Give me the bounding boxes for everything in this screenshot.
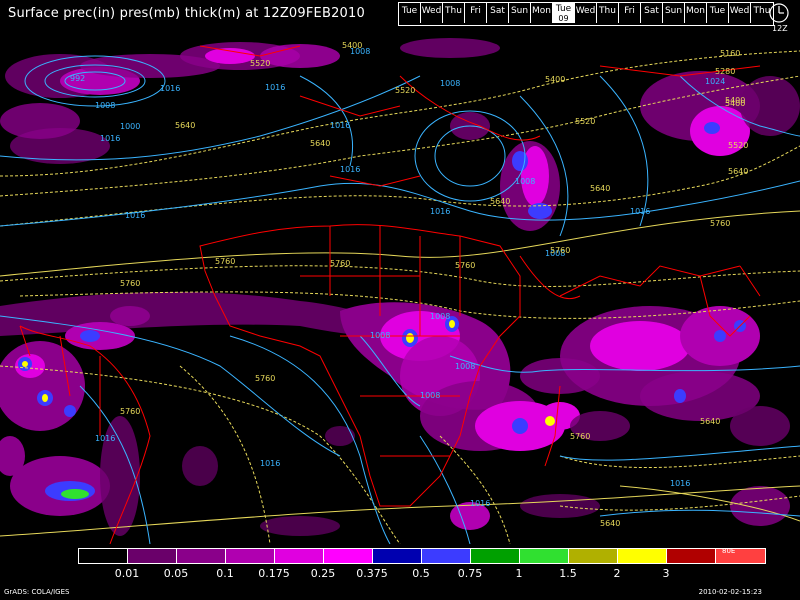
colorbar-swatch-6 (373, 549, 422, 563)
day-5[interactable]: Sun (509, 3, 531, 23)
pressure-label: 1016 (670, 479, 690, 488)
day-7[interactable]: Tue 09 (553, 3, 575, 23)
day-4[interactable]: Sat (487, 3, 509, 23)
colorbar-label-7: 0.75 (457, 567, 483, 580)
colorbar-swatch-0 (79, 549, 128, 563)
footer-credit: GrADS: COLA/IGES (4, 588, 70, 596)
pressure-label: 1016 (100, 134, 120, 143)
pressure-label: 1008 (370, 331, 390, 340)
colorbar-swatch-8 (471, 549, 520, 563)
day-1[interactable]: Wed (421, 3, 443, 23)
colorbar-swatch-4 (275, 549, 324, 563)
thickness-label: 5760 (330, 259, 350, 268)
pressure-label: 1008 (515, 177, 535, 186)
pressure-label: 1008 (420, 391, 440, 400)
thickness-label: 5760 (570, 432, 590, 441)
colorbar-label-9: 1.5 (559, 567, 577, 580)
colorbar-swatch-2 (177, 549, 226, 563)
thickness-label: 5760 (215, 257, 235, 266)
thickness-label: 5640 (175, 121, 195, 130)
day-2[interactable]: Thu (443, 3, 465, 23)
colorbar-swatch-12 (667, 549, 716, 563)
thickness-label: 5760 (710, 219, 730, 228)
pressure-label: 1016 (265, 83, 285, 92)
thickness-label: 5760 (550, 246, 570, 255)
pressure-label: 1016 (430, 207, 450, 216)
weather-map: 1008101610161016100099210081008101610161… (0, 36, 800, 544)
day-14[interactable]: Tue (707, 3, 729, 23)
footer-timestamp: 2010-02-02-15:23 (698, 588, 762, 596)
day-0[interactable]: Tue (399, 3, 421, 23)
pressure-label: 1008 (455, 362, 475, 371)
pressure-label: 1016 (160, 84, 180, 93)
pressure-label: 1016 (260, 459, 280, 468)
thickness-label: 5640 (590, 184, 610, 193)
thickness-label: 5760 (255, 374, 275, 383)
colorbar-swatch-5 (324, 549, 373, 563)
thickness-label: 5640 (600, 519, 620, 528)
thickness-label: 5400 (342, 41, 362, 50)
colorbar-swatch-11 (618, 549, 667, 563)
day-12[interactable]: Sun (663, 3, 685, 23)
day-strip[interactable]: Tue Wed Thu Fri Sat Sun Mon Tue 09 Wed Thu Fri Sat Su… (398, 2, 774, 26)
day-11[interactable]: Sat (641, 3, 663, 23)
colorbar-label-8: 1 (515, 567, 523, 580)
colorbar-label-11: 3 (662, 567, 670, 580)
day-13[interactable]: Mon (685, 3, 707, 23)
day-8[interactable]: Wed (575, 3, 597, 23)
thickness-label: 5760 (455, 261, 475, 270)
pressure-label: 1008 (95, 101, 115, 110)
thickness-label: 5760 (120, 279, 140, 288)
pressure-label: 992 (70, 74, 85, 83)
day-10[interactable]: Fri (619, 3, 641, 23)
thickness-label: 5520 (250, 59, 270, 68)
colorbar-labels: 0.01 0.05 0.1 0.175 0.25 0.375 0.5 0.75 1 1.5 2 3 (78, 567, 728, 581)
thickness-label: 5160 (720, 49, 740, 58)
pressure-label: 1016 (470, 499, 490, 508)
longitude-label: 80E (722, 547, 736, 555)
colorbar-swatch-1 (128, 549, 177, 563)
thickness-label: 5400 (725, 99, 745, 108)
day-9[interactable]: Thu (597, 3, 619, 23)
pressure-label: 1008 (440, 79, 460, 88)
colorbar-swatch-10 (569, 549, 618, 563)
colorbar-label-6: 0.5 (412, 567, 430, 580)
pressure-label: 1008 (430, 312, 450, 321)
thickness-label: 5400 (545, 75, 565, 84)
pressure-label: 1016 (330, 121, 350, 130)
pressure-label: 1016 (125, 211, 145, 220)
pressure-label: 1000 (120, 122, 140, 131)
thickness-label: 5520 (575, 117, 595, 126)
pressure-label: 1016 (340, 165, 360, 174)
colorbar-label-2: 0.1 (216, 567, 234, 580)
colorbar-swatch-3 (226, 549, 275, 563)
thickness-label: 5760 (120, 407, 140, 416)
thickness-label: 5640 (728, 167, 748, 176)
colorbar-label-1: 0.05 (163, 567, 189, 580)
precipitation-colorbar (78, 548, 766, 564)
pressure-label: 1016 (95, 434, 115, 443)
thickness-label: 5280 (715, 67, 735, 76)
thickness-label: 5640 (310, 139, 330, 148)
day-3[interactable]: Fri (465, 3, 487, 23)
colorbar-label-3: 0.175 (258, 567, 290, 580)
thickness-label: 5640 (700, 417, 720, 426)
colorbar-label-0: 0.01 (114, 567, 140, 580)
clock-label: 12Z (772, 24, 788, 33)
thickness-label: 5520 (395, 86, 415, 95)
day-15[interactable]: Wed (729, 3, 751, 23)
colorbar-label-5: 0.375 (356, 567, 388, 580)
thickness-label: 5520 (728, 141, 748, 150)
chart-title: Surface prec(in) pres(mb) thick(m) at 12… (8, 6, 365, 21)
pressure-label: 1024 (705, 77, 725, 86)
day-6[interactable]: Mon (531, 3, 553, 23)
colorbar-swatch-7 (422, 549, 471, 563)
thickness-label: 5640 (490, 197, 510, 206)
pressure-label: 1016 (630, 207, 650, 216)
colorbar-label-10: 2 (613, 567, 621, 580)
colorbar-label-4: 0.25 (310, 567, 336, 580)
colorbar-swatch-9 (520, 549, 569, 563)
